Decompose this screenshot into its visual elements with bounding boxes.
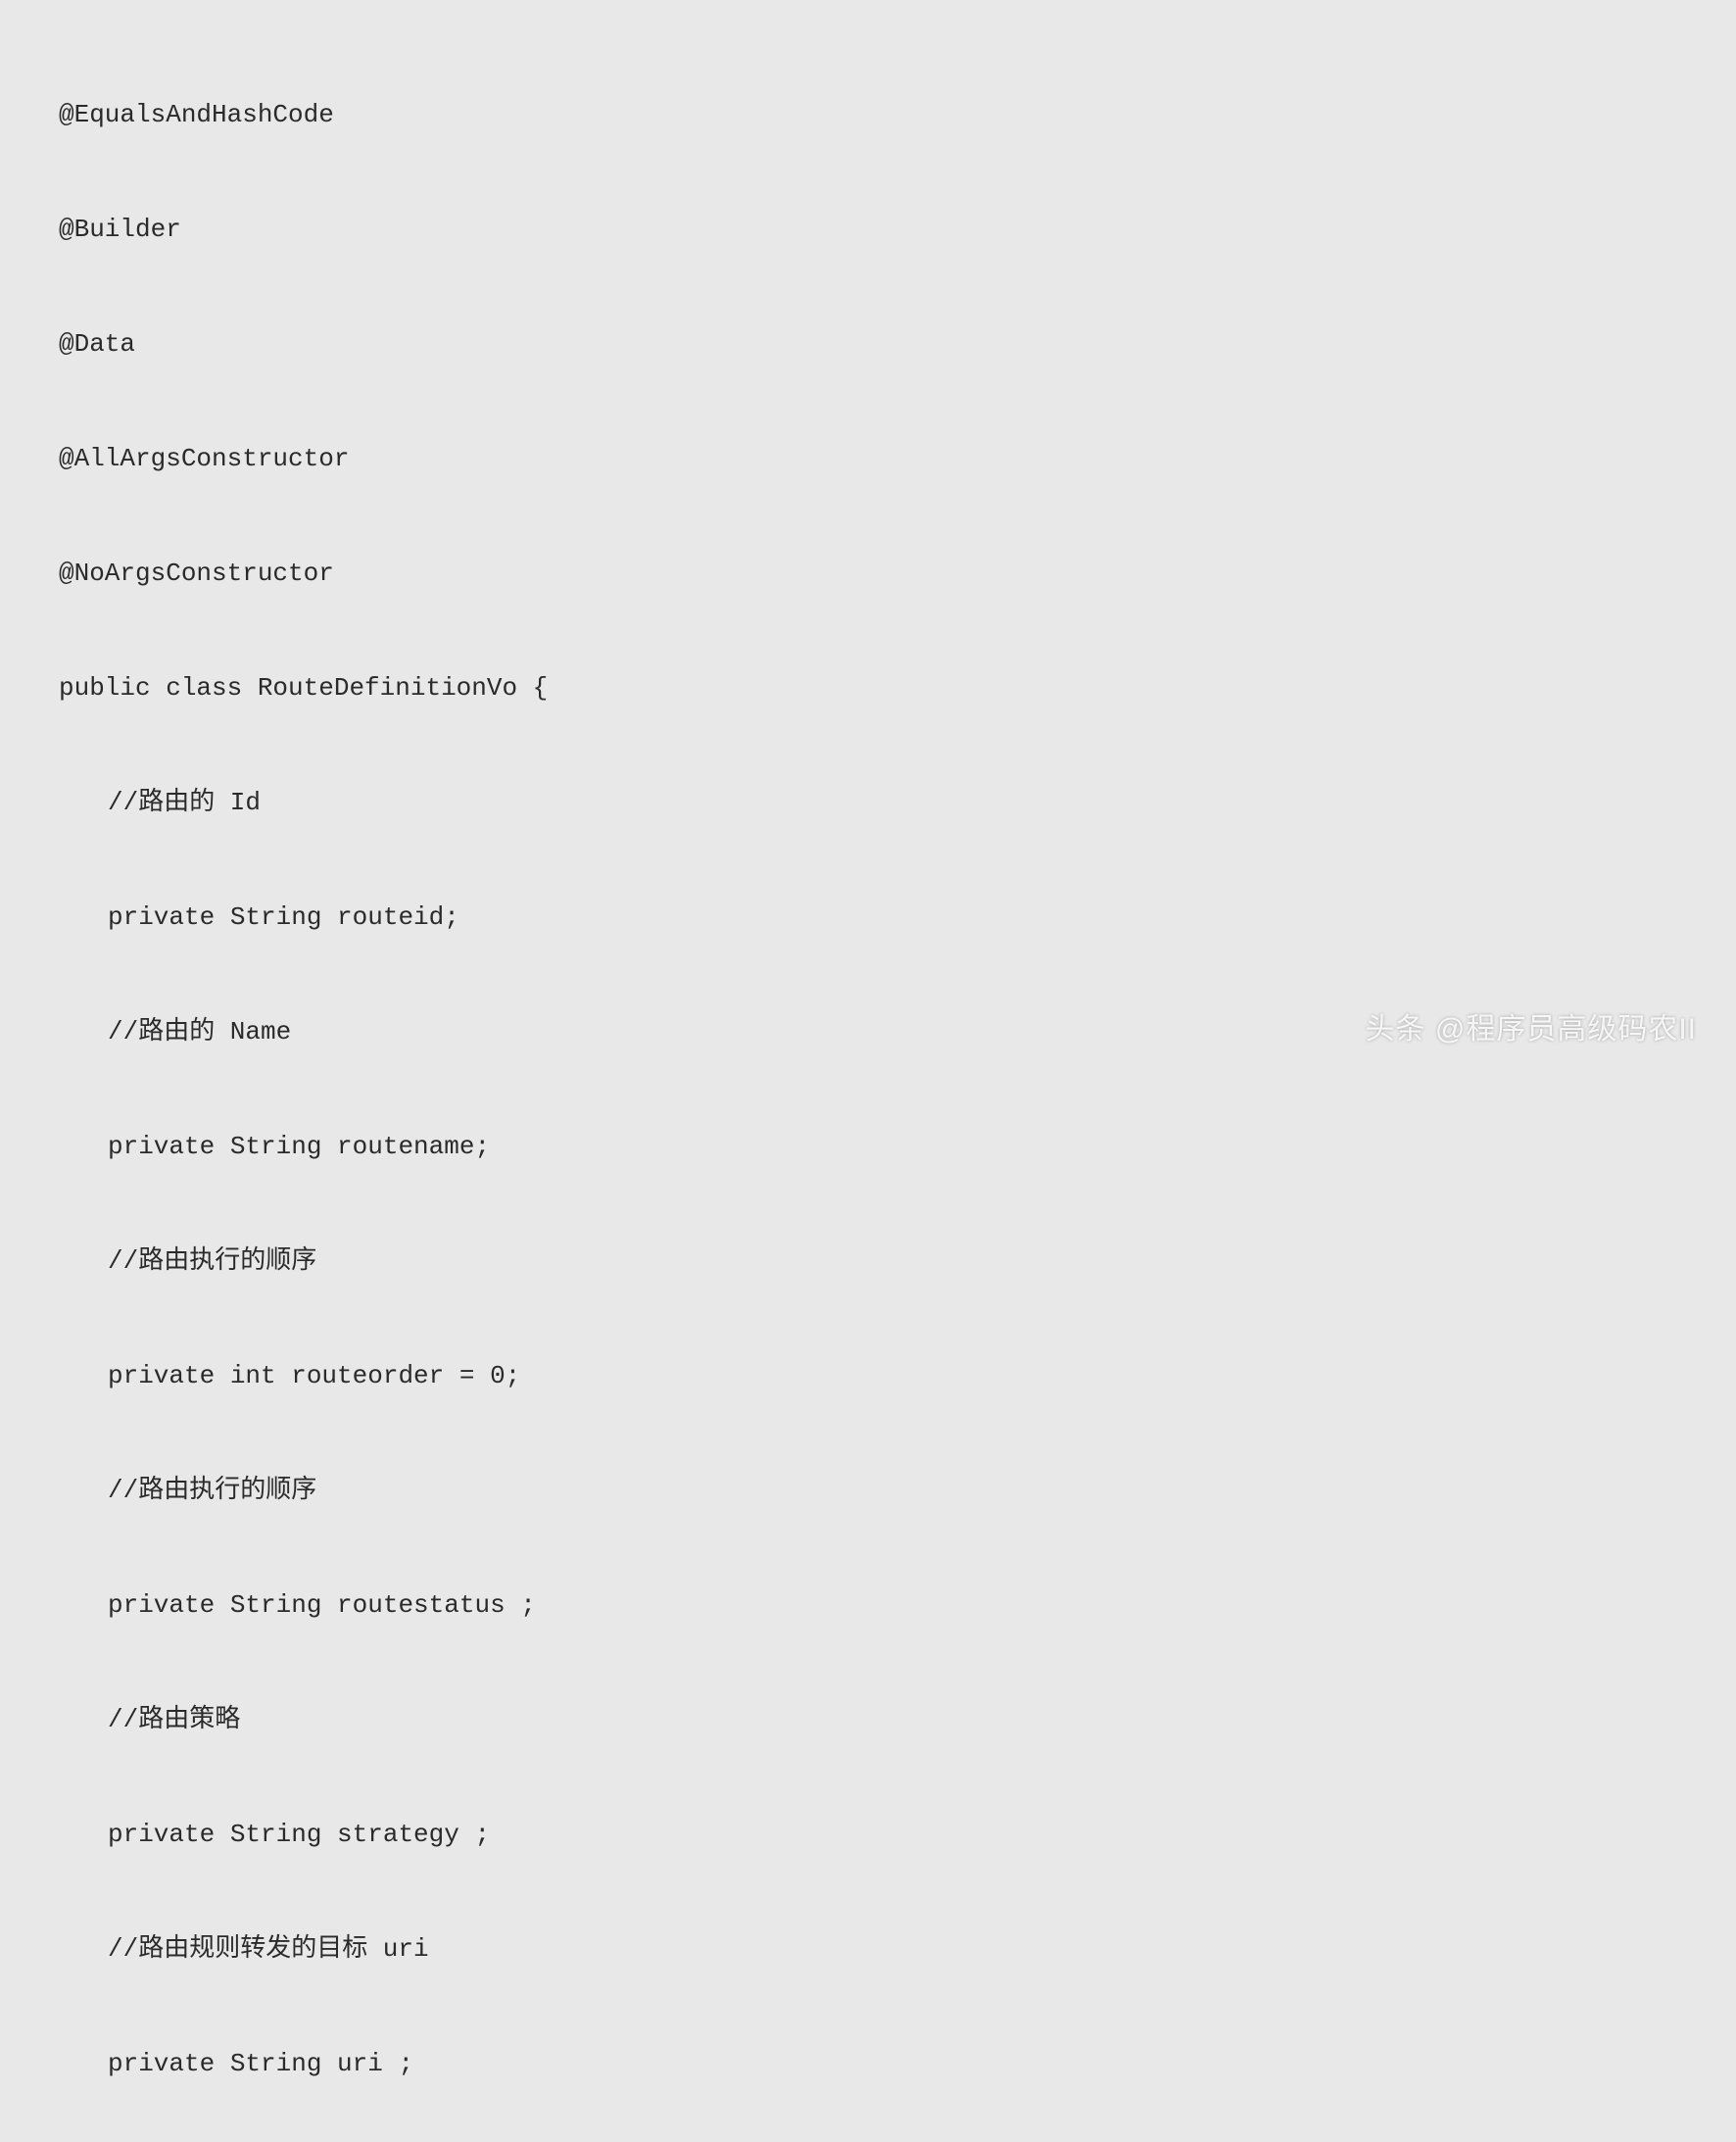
code-line: //路由执行的顺序 [59, 1472, 1677, 1510]
code-line: private int routeorder = 0; [59, 1357, 1677, 1395]
code-line: @AllArgsConstructor [59, 440, 1677, 478]
watermark-text: 头条 @程序员高级码农II [1366, 1007, 1697, 1051]
code-line: @Data [59, 325, 1677, 364]
code-line: //路由规则转发的目标 uri [59, 1930, 1677, 1969]
code-line: //路由的 Id [59, 784, 1677, 822]
code-line: private String uri ; [59, 2045, 1677, 2083]
code-line: //路由策略 [59, 1701, 1677, 1739]
code-line: @EqualsAndHashCode [59, 96, 1677, 134]
code-line: @Builder [59, 211, 1677, 249]
code-line: @NoArgsConstructor [59, 555, 1677, 593]
code-line: private String routeid; [59, 899, 1677, 937]
code-line: public class RouteDefinitionVo { [59, 669, 1677, 707]
code-line: private String routename; [59, 1128, 1677, 1166]
code-line: //路由执行的顺序 [59, 1242, 1677, 1281]
code-block: @EqualsAndHashCode @Builder @Data @AllAr… [59, 20, 1677, 2142]
code-line: private String strategy ; [59, 1816, 1677, 1854]
code-line: private String routestatus ; [59, 1586, 1677, 1625]
